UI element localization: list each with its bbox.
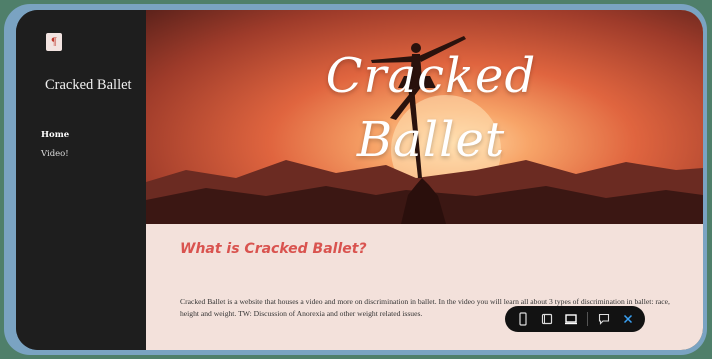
- hero-title-line1: Cracked: [325, 48, 537, 104]
- tablet-icon[interactable]: [539, 311, 555, 327]
- section-heading: What is Cracked Ballet?: [180, 241, 367, 257]
- main-content: Cracked Ballet What is Cracked Ballet? C…: [146, 10, 703, 350]
- preview-toolbar: [505, 306, 645, 332]
- preview-window: ¶ Cracked Ballet Home Video! i: [16, 10, 703, 350]
- site-title[interactable]: Cracked Ballet: [45, 77, 132, 94]
- hero-title-line2: Ballet: [356, 112, 506, 168]
- laptop-icon[interactable]: [563, 311, 579, 327]
- hero-title: Cracked Ballet: [296, 44, 566, 172]
- hero-banner: Cracked Ballet: [146, 10, 703, 224]
- site-logo[interactable]: ¶: [46, 33, 62, 51]
- close-icon[interactable]: [620, 311, 636, 327]
- comment-icon[interactable]: [596, 311, 612, 327]
- phone-icon[interactable]: [515, 311, 531, 327]
- nav-item-video[interactable]: Video!: [41, 145, 69, 164]
- toolbar-divider: [587, 312, 588, 326]
- nav-item-home[interactable]: Home: [41, 126, 69, 145]
- sidebar: ¶ Cracked Ballet Home Video! i: [16, 10, 171, 350]
- sidebar-nav: Home Video!: [41, 126, 69, 164]
